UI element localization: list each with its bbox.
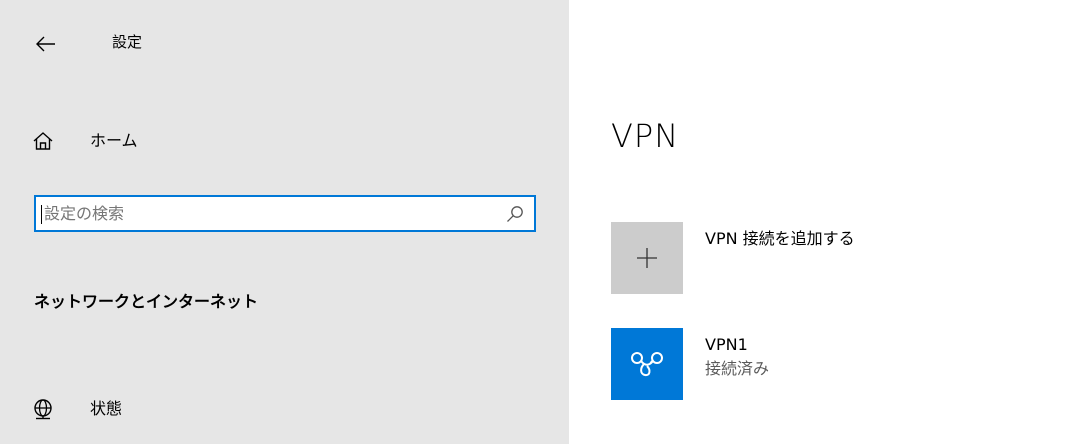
section-header: ネットワークとインターネット xyxy=(34,292,259,311)
vpn-status: 接続済み xyxy=(705,359,770,378)
add-vpn-label: VPN 接続を追加する xyxy=(705,229,855,248)
title-bar: 設定 xyxy=(0,18,569,62)
settings-window: 設定 ホーム ネットワークとインターネット xyxy=(0,0,1080,444)
nav-status[interactable]: 状態 xyxy=(0,386,569,434)
app-title: 設定 xyxy=(112,33,143,51)
vpn-tile xyxy=(611,328,683,400)
back-button[interactable] xyxy=(30,28,62,60)
search-input[interactable] xyxy=(44,199,484,228)
search-icon[interactable] xyxy=(506,205,524,223)
vpn-name: VPN1 xyxy=(705,335,748,354)
vpn-icon xyxy=(631,352,663,377)
add-tile xyxy=(611,222,683,294)
page-title: VPN xyxy=(611,117,680,155)
sidebar: 設定 ホーム ネットワークとインターネット xyxy=(0,0,569,444)
add-vpn-button[interactable]: VPN 接続を追加する xyxy=(611,222,1031,294)
globe-icon xyxy=(34,399,52,420)
home-icon xyxy=(33,132,53,150)
back-arrow-icon xyxy=(36,36,55,52)
nav-status-label: 状態 xyxy=(90,399,123,418)
nav-home-label: ホーム xyxy=(90,131,138,150)
text-caret xyxy=(41,205,42,224)
search-box[interactable] xyxy=(34,195,536,232)
nav-home[interactable]: ホーム xyxy=(0,118,569,166)
vpn-connection-item[interactable]: VPN1 接続済み xyxy=(611,326,1031,400)
plus-icon xyxy=(637,248,657,268)
